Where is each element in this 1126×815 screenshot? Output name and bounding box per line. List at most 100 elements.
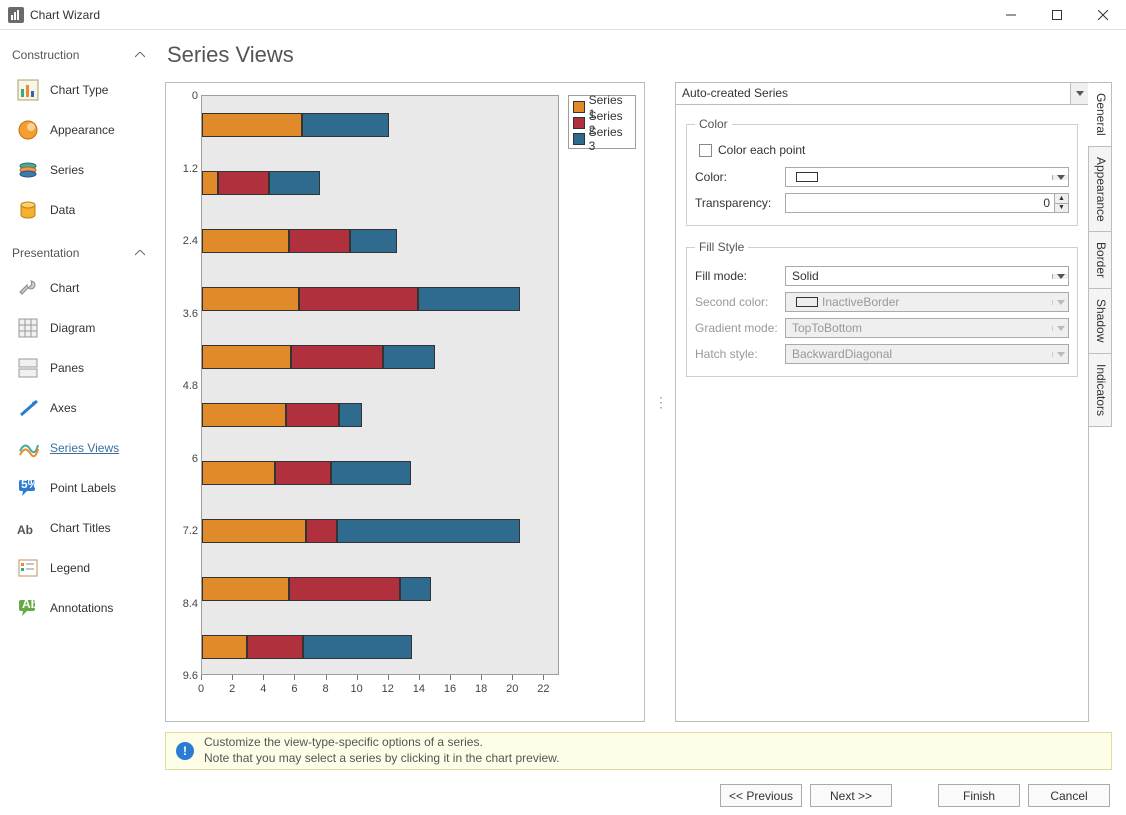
bar-segment[interactable]: [337, 519, 519, 544]
spin-up[interactable]: ▲: [1055, 194, 1068, 204]
bar-row[interactable]: [202, 577, 431, 602]
fieldset-legend: Color: [695, 117, 732, 131]
x-tick-label: 12: [382, 683, 394, 695]
tab-border[interactable]: Border: [1088, 231, 1112, 289]
splitter-handle[interactable]: ⋮: [655, 82, 665, 722]
bar-segment[interactable]: [306, 519, 337, 544]
bar-segment[interactable]: [289, 577, 400, 602]
sidebar-group-presentation[interactable]: Presentation: [12, 246, 147, 260]
bar-segment[interactable]: [331, 461, 410, 486]
sidebar-item-data[interactable]: Data: [12, 190, 147, 230]
sidebar-item-chart[interactable]: Chart: [12, 268, 147, 308]
sidebar-group-label: Construction: [12, 48, 79, 62]
bar-segment[interactable]: [202, 229, 289, 254]
legend-swatch: [573, 117, 585, 129]
bar-segment[interactable]: [202, 519, 306, 544]
bar-segment[interactable]: [247, 635, 303, 660]
plot-area[interactable]: 01.22.43.64.867.28.49.6: [201, 95, 559, 675]
bar-segment[interactable]: [291, 345, 383, 370]
bar-row[interactable]: [202, 519, 520, 544]
sidebar-group-construction[interactable]: Construction: [12, 48, 147, 62]
dropdown-button[interactable]: [1052, 175, 1068, 180]
axes-icon: [16, 396, 40, 420]
sidebar-group-label: Presentation: [12, 246, 79, 260]
tab-appearance[interactable]: Appearance: [1088, 146, 1112, 233]
sidebar-item-legend[interactable]: Legend: [12, 548, 147, 588]
sidebar-item-appearance[interactable]: Appearance: [12, 110, 147, 150]
maximize-button[interactable]: [1034, 0, 1080, 30]
bar-segment[interactable]: [218, 171, 269, 196]
bar-row[interactable]: [202, 287, 520, 312]
sidebar-item-label: Chart Type: [50, 83, 108, 97]
previous-button[interactable]: << Previous: [720, 784, 802, 807]
bar-segment[interactable]: [302, 113, 389, 138]
bar-row[interactable]: [202, 345, 435, 370]
minimize-button[interactable]: [988, 0, 1034, 30]
bar-row[interactable]: [202, 635, 412, 660]
sidebar-item-chart-type[interactable]: Chart Type: [12, 70, 147, 110]
fillmode-combo[interactable]: Solid: [785, 266, 1069, 286]
close-button[interactable]: [1080, 0, 1126, 30]
sidebar-item-point-labels[interactable]: 5% Point Labels: [12, 468, 147, 508]
transparency-spinner[interactable]: 0 ▲▼: [785, 193, 1069, 213]
bar-segment[interactable]: [202, 403, 286, 428]
sidebar-item-label: Series: [50, 163, 84, 177]
sidebar-item-series-views[interactable]: Series Views: [12, 428, 147, 468]
bar-segment[interactable]: [202, 171, 218, 196]
bar-segment[interactable]: [303, 635, 412, 660]
series-icon: [16, 158, 40, 182]
legend-swatch: [573, 133, 585, 145]
bar-segment[interactable]: [289, 229, 350, 254]
bar-segment[interactable]: [202, 461, 275, 486]
series-selector[interactable]: Auto-created Series: [676, 83, 1088, 105]
legend-label: Series 3: [589, 125, 631, 153]
sidebar-item-annotations[interactable]: Ab Annotations: [12, 588, 147, 628]
bar-segment[interactable]: [202, 113, 302, 138]
x-tick-label: 14: [413, 683, 425, 695]
bar-segment[interactable]: [275, 461, 331, 486]
dropdown-button[interactable]: [1052, 274, 1068, 279]
sidebar-item-axes[interactable]: Axes: [12, 388, 147, 428]
color-combo[interactable]: [785, 167, 1069, 187]
bar-row[interactable]: [202, 403, 362, 428]
tab-shadow[interactable]: Shadow: [1088, 288, 1112, 353]
tab-indicators[interactable]: Indicators: [1088, 353, 1112, 427]
dropdown-button: [1052, 352, 1068, 357]
bar-segment[interactable]: [299, 287, 419, 312]
chart-preview[interactable]: 01.22.43.64.867.28.49.6 Series 1 Series …: [165, 82, 645, 722]
sidebar-item-panes[interactable]: Panes: [12, 348, 147, 388]
bar-segment[interactable]: [350, 229, 397, 254]
cancel-button[interactable]: Cancel: [1028, 784, 1110, 807]
y-tick-label: 1.2: [174, 163, 198, 175]
sidebar-item-diagram[interactable]: Diagram: [12, 308, 147, 348]
bar-segment[interactable]: [383, 345, 436, 370]
spin-down[interactable]: ▼: [1055, 204, 1068, 213]
x-tick-label: 8: [322, 683, 328, 695]
bar-segment[interactable]: [286, 403, 339, 428]
sidebar-item-series[interactable]: Series: [12, 150, 147, 190]
wrench-icon: [16, 276, 40, 300]
finish-button[interactable]: Finish: [938, 784, 1020, 807]
bar-segment[interactable]: [339, 403, 362, 428]
bar-segment[interactable]: [400, 577, 431, 602]
y-tick-label: 9.6: [174, 670, 198, 682]
bar-segment[interactable]: [202, 635, 247, 660]
bar-row[interactable]: [202, 171, 320, 196]
bar-segment[interactable]: [202, 287, 299, 312]
combo-value: Solid: [786, 269, 1052, 283]
bar-segment[interactable]: [269, 171, 320, 196]
bar-row[interactable]: [202, 113, 389, 138]
x-tick-label: 2: [229, 683, 235, 695]
sidebar-item-label: Data: [50, 203, 75, 217]
next-button[interactable]: Next >>: [810, 784, 892, 807]
bar-row[interactable]: [202, 461, 411, 486]
sidebar-item-label: Chart Titles: [50, 521, 111, 535]
bar-segment[interactable]: [418, 287, 519, 312]
bar-segment[interactable]: [202, 577, 289, 602]
sidebar-item-chart-titles[interactable]: Ab Chart Titles: [12, 508, 147, 548]
dropdown-button[interactable]: [1070, 83, 1088, 104]
tab-general[interactable]: General: [1088, 82, 1112, 147]
bar-segment[interactable]: [202, 345, 291, 370]
color-each-point-checkbox[interactable]: Color each point: [699, 143, 1069, 157]
bar-row[interactable]: [202, 229, 397, 254]
